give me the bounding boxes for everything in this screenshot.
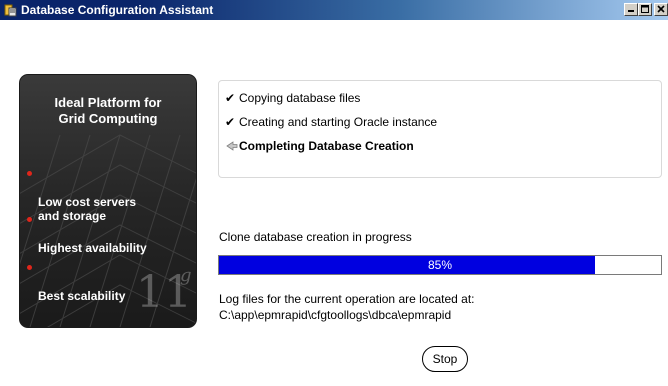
title-bar[interactable]: Database Configuration Assistant [0, 0, 668, 20]
steps-panel: ✔ Copying database files ✔ Creating and st… [218, 80, 662, 178]
step-item: ✔ Creating and starting Oracle instance [225, 115, 437, 129]
step-item-current: Completing Database Creation [225, 139, 414, 153]
checkmark-icon: ✔ [225, 115, 236, 129]
step-label: Copying database files [239, 91, 361, 105]
banner-title: Ideal Platform for Grid Computing [54, 95, 162, 126]
close-button[interactable] [654, 3, 668, 16]
minimize-button[interactable] [624, 3, 638, 16]
bullet-dot-icon [27, 217, 32, 222]
bullet-dot-icon [27, 265, 32, 270]
progress-bar: 85% [218, 255, 662, 275]
log-path-text: C:\app\epmrapid\cfgtoollogs\dbca\epmrapi… [219, 308, 452, 322]
oracle-banner: Ideal Platform for Grid Computing Low co… [20, 75, 196, 327]
step-label: Completing Database Creation [239, 139, 414, 153]
banner-bullet-scalability: Best scalability [27, 261, 126, 317]
close-icon [657, 5, 665, 13]
checkmark-icon: ✔ [225, 91, 236, 105]
maximize-button[interactable] [638, 3, 652, 16]
window-title: Database Configuration Assistant [21, 3, 214, 17]
step-label: Creating and starting Oracle instance [239, 115, 438, 129]
step-item: ✔ Copying database files [225, 91, 360, 105]
log-info-text: Log files for the current operation are … [219, 292, 475, 306]
brand-version-letter: g [180, 265, 192, 286]
stop-button[interactable]: Stop [422, 346, 468, 372]
maximize-icon [641, 5, 649, 13]
bullet-text: Best scalability [38, 289, 126, 303]
minimize-icon [628, 10, 634, 12]
bullet-text: Highest availability [38, 241, 147, 255]
current-step-arrow-icon [226, 141, 238, 151]
bullet-dot-icon [27, 171, 32, 176]
dbca-window: Database Configuration Assistant Ideal P… [0, 0, 668, 386]
progress-label: Clone database creation in progress [219, 230, 412, 244]
progress-percent-text: 85% [427, 258, 453, 272]
app-icon [4, 4, 17, 17]
